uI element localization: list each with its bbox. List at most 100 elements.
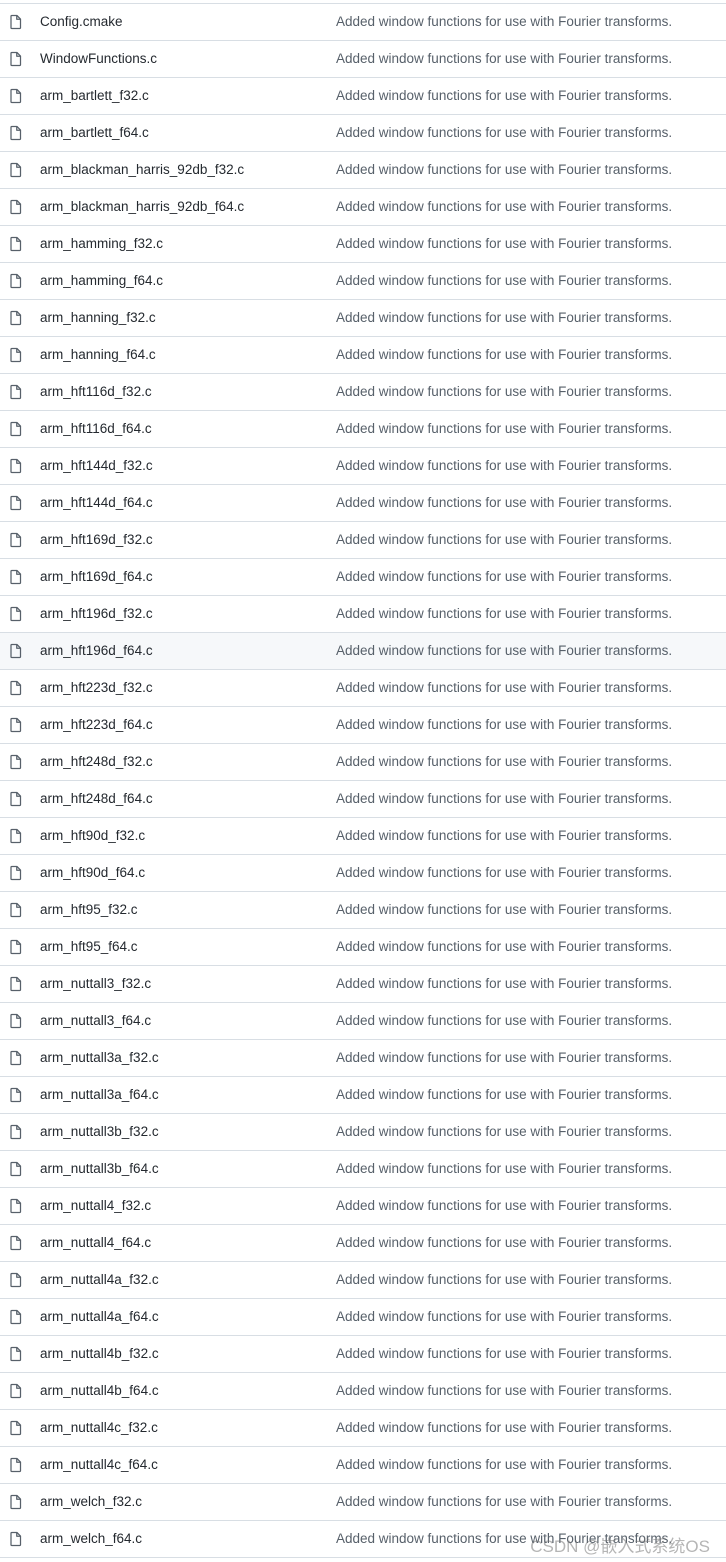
file-row[interactable]: arm_hanning_f64.c Added window functions… <box>0 337 726 374</box>
commit-message-link[interactable]: Added window functions for use with Four… <box>336 892 672 928</box>
commit-message-link[interactable]: Added window functions for use with Four… <box>336 411 672 447</box>
file-name-link[interactable]: arm_nuttall4_f32.c <box>40 1188 151 1224</box>
commit-message-link[interactable]: Added window functions for use with Four… <box>336 78 672 114</box>
commit-message-link[interactable]: Added window functions for use with Four… <box>336 337 672 373</box>
commit-message-link[interactable]: Added window functions for use with Four… <box>336 855 672 891</box>
commit-message-link[interactable]: Added window functions for use with Four… <box>336 1410 672 1446</box>
file-name-link[interactable]: arm_hft223d_f64.c <box>40 707 153 743</box>
file-name-link[interactable]: arm_nuttall3_f32.c <box>40 966 151 1002</box>
commit-message-link[interactable]: Added window functions for use with Four… <box>336 115 672 151</box>
commit-message-link[interactable]: Added window functions for use with Four… <box>336 4 672 40</box>
file-row[interactable]: arm_bartlett_f32.c Added window function… <box>0 78 726 115</box>
commit-message-link[interactable]: Added window functions for use with Four… <box>336 670 672 706</box>
file-name-link[interactable]: arm_welch_f64.c <box>40 1521 142 1557</box>
file-row[interactable]: arm_nuttall4a_f32.c Added window functio… <box>0 1262 726 1299</box>
commit-message-link[interactable]: Added window functions for use with Four… <box>336 1188 672 1224</box>
file-row[interactable]: arm_hft116d_f32.c Added window functions… <box>0 374 726 411</box>
file-name-link[interactable]: arm_hft95_f32.c <box>40 892 138 928</box>
file-row[interactable]: arm_nuttall4_f32.c Added window function… <box>0 1188 726 1225</box>
file-name-link[interactable]: arm_hft144d_f32.c <box>40 448 153 484</box>
commit-message-link[interactable]: Added window functions for use with Four… <box>336 1114 672 1150</box>
commit-message-link[interactable]: Added window functions for use with Four… <box>336 152 672 188</box>
commit-message-link[interactable]: Added window functions for use with Four… <box>336 41 672 77</box>
file-name-link[interactable]: arm_nuttall4a_f64.c <box>40 1299 159 1335</box>
file-row[interactable]: arm_hft248d_f32.c Added window functions… <box>0 744 726 781</box>
file-name-link[interactable]: arm_hft90d_f64.c <box>40 855 145 891</box>
file-name-link[interactable]: arm_hft90d_f32.c <box>40 818 145 854</box>
file-row[interactable]: arm_nuttall4_f64.c Added window function… <box>0 1225 726 1262</box>
file-row[interactable]: arm_hamming_f32.c Added window functions… <box>0 226 726 263</box>
file-name-link[interactable]: arm_hft248d_f64.c <box>40 781 153 817</box>
commit-message-link[interactable]: Added window functions for use with Four… <box>336 1151 672 1187</box>
file-row[interactable]: arm_nuttall4c_f64.c Added window functio… <box>0 1447 726 1484</box>
commit-message-link[interactable]: Added window functions for use with Four… <box>336 707 672 743</box>
commit-message-link[interactable]: Added window functions for use with Four… <box>336 744 672 780</box>
file-row[interactable]: arm_hft196d_f64.c Added window functions… <box>0 633 726 670</box>
file-row[interactable]: arm_nuttall3_f64.c Added window function… <box>0 1003 726 1040</box>
file-name-link[interactable]: arm_nuttall3a_f64.c <box>40 1077 159 1113</box>
file-name-link[interactable]: arm_nuttall3a_f32.c <box>40 1040 159 1076</box>
commit-message-link[interactable]: Added window functions for use with Four… <box>336 374 672 410</box>
file-row[interactable]: arm_nuttall4a_f64.c Added window functio… <box>0 1299 726 1336</box>
file-name-link[interactable]: arm_nuttall3b_f32.c <box>40 1114 159 1150</box>
commit-message-link[interactable]: Added window functions for use with Four… <box>336 448 672 484</box>
file-row[interactable]: arm_nuttall4b_f64.c Added window functio… <box>0 1373 726 1410</box>
file-name-link[interactable]: arm_hanning_f32.c <box>40 300 156 336</box>
commit-message-link[interactable]: Added window functions for use with Four… <box>336 1225 672 1261</box>
file-row[interactable]: arm_nuttall3b_f32.c Added window functio… <box>0 1114 726 1151</box>
file-name-link[interactable]: Config.cmake <box>40 4 123 40</box>
commit-message-link[interactable]: Added window functions for use with Four… <box>336 1299 672 1335</box>
commit-message-link[interactable]: Added window functions for use with Four… <box>336 1521 672 1557</box>
file-name-link[interactable]: arm_hanning_f64.c <box>40 337 156 373</box>
file-row[interactable]: arm_hft223d_f64.c Added window functions… <box>0 707 726 744</box>
file-name-link[interactable]: arm_nuttall4b_f64.c <box>40 1373 159 1409</box>
commit-message-link[interactable]: Added window functions for use with Four… <box>336 1262 672 1298</box>
commit-message-link[interactable]: Added window functions for use with Four… <box>336 1003 672 1039</box>
file-row[interactable]: arm_hft169d_f64.c Added window functions… <box>0 559 726 596</box>
file-row[interactable]: arm_hft223d_f32.c Added window functions… <box>0 670 726 707</box>
file-name-link[interactable]: arm_nuttall3b_f64.c <box>40 1151 159 1187</box>
file-name-link[interactable]: arm_hft169d_f64.c <box>40 559 153 595</box>
file-row[interactable]: arm_hft144d_f32.c Added window functions… <box>0 448 726 485</box>
commit-message-link[interactable]: Added window functions for use with Four… <box>336 818 672 854</box>
commit-message-link[interactable]: Added window functions for use with Four… <box>336 559 672 595</box>
file-name-link[interactable]: arm_hft196d_f64.c <box>40 633 153 669</box>
file-row[interactable]: arm_blackman_harris_92db_f32.c Added win… <box>0 152 726 189</box>
file-row[interactable]: arm_hft116d_f64.c Added window functions… <box>0 411 726 448</box>
file-name-link[interactable]: arm_blackman_harris_92db_f32.c <box>40 152 244 188</box>
file-row[interactable]: Config.cmake Added window functions for … <box>0 4 726 41</box>
file-row[interactable]: arm_welch_f32.c Added window functions f… <box>0 1484 726 1521</box>
file-row[interactable]: arm_hft95_f64.c Added window functions f… <box>0 929 726 966</box>
file-name-link[interactable]: arm_hft169d_f32.c <box>40 522 153 558</box>
file-row[interactable]: arm_nuttall4c_f32.c Added window functio… <box>0 1410 726 1447</box>
commit-message-link[interactable]: Added window functions for use with Four… <box>336 596 672 632</box>
commit-message-link[interactable]: Added window functions for use with Four… <box>336 1336 672 1372</box>
commit-message-link[interactable]: Added window functions for use with Four… <box>336 1077 672 1113</box>
file-row[interactable]: arm_hanning_f32.c Added window functions… <box>0 300 726 337</box>
file-name-link[interactable]: arm_hamming_f64.c <box>40 263 163 299</box>
file-name-link[interactable]: arm_hamming_f32.c <box>40 226 163 262</box>
file-row[interactable]: arm_hft144d_f64.c Added window functions… <box>0 485 726 522</box>
file-row[interactable]: arm_hft90d_f32.c Added window functions … <box>0 818 726 855</box>
commit-message-link[interactable]: Added window functions for use with Four… <box>336 1040 672 1076</box>
file-name-link[interactable]: arm_hft248d_f32.c <box>40 744 153 780</box>
commit-message-link[interactable]: Added window functions for use with Four… <box>336 633 672 669</box>
commit-message-link[interactable]: Added window functions for use with Four… <box>336 1447 672 1483</box>
file-name-link[interactable]: arm_hft223d_f32.c <box>40 670 153 706</box>
file-name-link[interactable]: arm_hft196d_f32.c <box>40 596 153 632</box>
file-row[interactable]: arm_hamming_f64.c Added window functions… <box>0 263 726 300</box>
file-row[interactable]: arm_hft248d_f64.c Added window functions… <box>0 781 726 818</box>
file-name-link[interactable]: arm_bartlett_f32.c <box>40 78 149 114</box>
file-name-link[interactable]: arm_nuttall4_f64.c <box>40 1225 151 1261</box>
file-name-link[interactable]: arm_nuttall4a_f32.c <box>40 1262 159 1298</box>
commit-message-link[interactable]: Added window functions for use with Four… <box>336 929 672 965</box>
commit-message-link[interactable]: Added window functions for use with Four… <box>336 966 672 1002</box>
file-row[interactable]: arm_hft95_f32.c Added window functions f… <box>0 892 726 929</box>
file-name-link[interactable]: arm_hft144d_f64.c <box>40 485 153 521</box>
commit-message-link[interactable]: Added window functions for use with Four… <box>336 1373 672 1409</box>
file-name-link[interactable]: arm_welch_f32.c <box>40 1484 142 1520</box>
file-row[interactable]: arm_nuttall3a_f64.c Added window functio… <box>0 1077 726 1114</box>
file-row[interactable]: arm_blackman_harris_92db_f64.c Added win… <box>0 189 726 226</box>
file-name-link[interactable]: arm_blackman_harris_92db_f64.c <box>40 189 244 225</box>
commit-message-link[interactable]: Added window functions for use with Four… <box>336 1484 672 1520</box>
